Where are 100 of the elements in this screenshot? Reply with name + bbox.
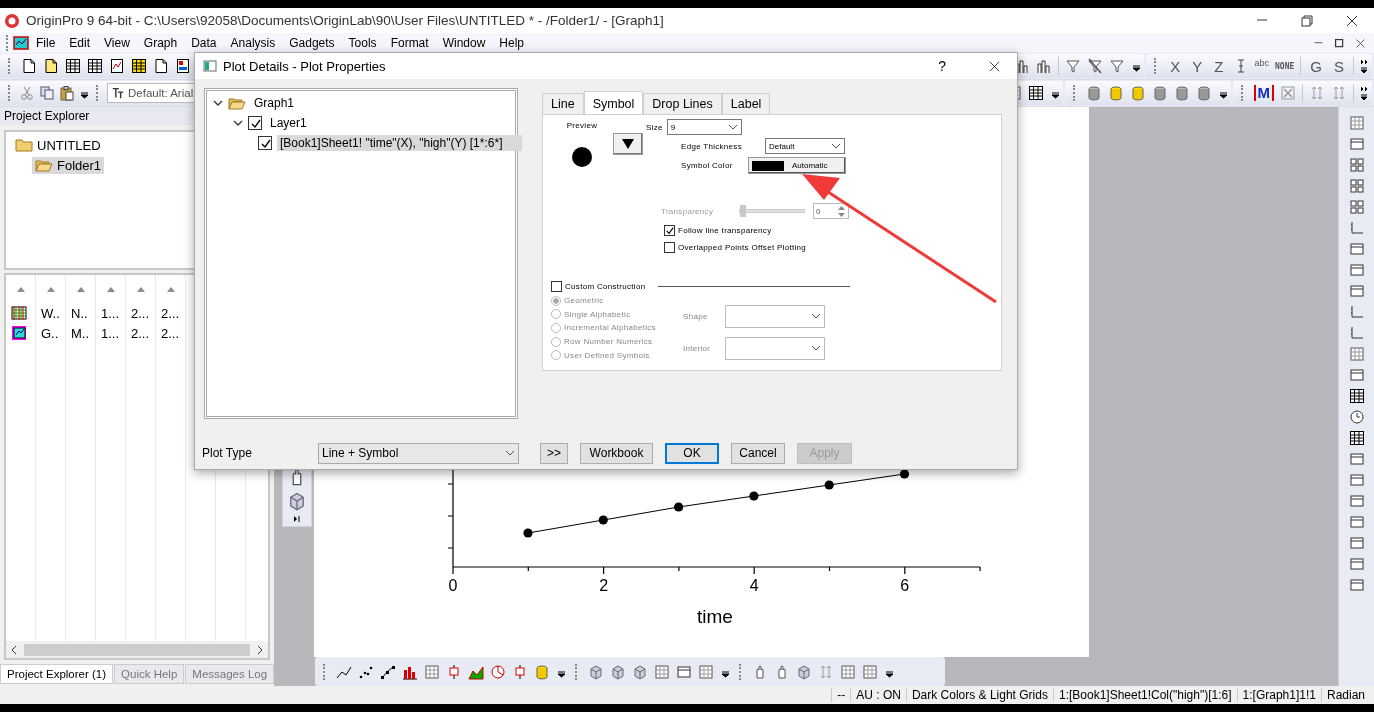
maximize-icon[interactable] [1334,37,1345,49]
toolbar-grip[interactable] [96,85,99,101]
checkbox[interactable] [551,281,562,292]
document-icon[interactable] [21,58,37,74]
frame-icon[interactable] [1348,451,1365,467]
axis-icon[interactable] [1348,220,1365,236]
expanded-icon[interactable] [233,119,243,127]
frame-icon[interactable] [1348,577,1365,593]
toolbar-grip[interactable] [575,663,578,680]
scroll-left-icon[interactable] [10,644,18,655]
menu-item[interactable]: File [29,36,63,50]
tab[interactable]: Drop Lines [643,93,722,114]
toolbar-grip[interactable] [1154,58,1158,74]
scissors-icon[interactable] [19,85,35,101]
symbol-dropdown-button[interactable] [613,133,643,155]
tab[interactable]: Symbol [583,91,644,115]
slider-thumb[interactable] [740,205,746,217]
cube-icon[interactable] [796,663,812,680]
cube-icon[interactable] [287,491,307,511]
tab[interactable]: Project Explorer (1) [0,664,114,684]
grid-icon[interactable] [424,663,440,680]
toolbar-button[interactable]: Z [1211,57,1227,75]
filter-off-icon[interactable] [1087,58,1104,74]
box-chart-icon[interactable] [512,663,528,680]
table-icon[interactable] [1348,430,1365,446]
toolbar-grip[interactable] [1072,85,1076,101]
layers-icon[interactable] [1348,157,1365,173]
restore-icon[interactable] [1299,13,1314,28]
table-icon[interactable] [1027,85,1044,101]
axis-icon[interactable] [1348,325,1365,341]
arrows-icon[interactable] [818,663,834,680]
frame-icon[interactable] [1348,283,1365,299]
menu-item[interactable]: Window [435,36,493,50]
checkbox[interactable] [258,136,272,150]
menu-item[interactable]: Gadgets [282,36,342,50]
chart-document-icon[interactable] [109,58,125,74]
toolbar-grip[interactable] [739,663,742,680]
clock-icon[interactable] [1348,409,1365,425]
box-chart-icon[interactable] [446,663,462,680]
button[interactable]: Cancel [731,442,785,464]
menu-item[interactable]: Graph [136,36,185,50]
toolbar-button[interactable]: S [1331,57,1347,75]
frame-icon[interactable] [1348,367,1365,383]
folder-item[interactable]: UNTITLED [12,136,104,154]
overflow-icon[interactable] [1360,58,1368,74]
button[interactable]: OK [665,442,719,464]
folder-item[interactable]: Folder1 [32,156,105,174]
checkbox[interactable] [664,224,675,236]
toolbar-grip[interactable] [6,35,9,51]
font-icon[interactable] [111,86,125,100]
cylinder-icon[interactable] [1173,85,1190,101]
help-button[interactable]: ? [922,58,962,74]
filter-icon[interactable] [1109,58,1126,74]
tab[interactable]: Messages Log [185,664,275,684]
document-icon[interactable] [153,58,169,74]
frame-icon[interactable] [1348,535,1365,551]
scrollbar[interactable] [6,641,268,658]
button[interactable]: >> [540,442,568,464]
colored-document-icon[interactable] [175,58,191,74]
cube-icon[interactable] [610,663,626,680]
size-dropdown[interactable]: 9 [666,119,742,135]
app-icon[interactable] [13,36,29,50]
frame-icon[interactable] [1348,472,1365,488]
frame-icon[interactable] [1348,514,1365,530]
tree-item[interactable]: [Book1]Sheet1! "time"(X), "high"(Y) [1*:6*] [277,135,523,151]
menu-item[interactable]: Data [184,36,224,50]
table-icon[interactable] [65,58,81,74]
tab[interactable]: Quick Help [114,664,185,684]
plot-type-dropdown[interactable]: Line + Symbol [318,442,519,464]
toolbar-button[interactable]: M [1253,85,1274,101]
table-icon[interactable] [87,58,103,74]
cylinder-icon[interactable] [1085,85,1102,101]
filter-icon[interactable] [1065,58,1082,74]
edge-thickness-dropdown[interactable]: Default [765,138,845,154]
menu-item[interactable]: Tools [341,36,384,50]
grid-icon[interactable] [840,663,856,680]
cylinder-icon[interactable] [534,663,550,680]
table-icon[interactable] [1348,388,1365,404]
toolbar-button[interactable]: X [1167,57,1184,75]
pie-chart-icon[interactable] [490,663,506,680]
paste-icon[interactable] [59,85,75,101]
arrows-icon[interactable] [1309,85,1325,101]
copy-icon[interactable] [39,85,55,101]
frame-icon[interactable] [676,663,692,680]
layers-icon[interactable] [1348,199,1365,215]
menu-item[interactable]: Help [492,36,531,50]
toolbar-button[interactable]: NONE [1275,61,1295,71]
cylinder-icon[interactable] [1151,85,1168,101]
spin-field[interactable]: 0 [813,203,849,219]
cube-icon[interactable] [588,663,604,680]
color-button[interactable]: Automatic [748,157,846,174]
cylinder-icon[interactable] [1195,85,1212,101]
tab[interactable]: Label [721,93,771,114]
expanded-icon[interactable] [213,99,223,107]
checkbox[interactable] [248,116,262,130]
menu-item[interactable]: View [97,36,137,50]
close-icon[interactable] [1344,13,1359,28]
button[interactable]: Workbook [580,442,653,464]
grid-icon[interactable] [654,663,670,680]
frame-icon[interactable] [1348,493,1365,509]
